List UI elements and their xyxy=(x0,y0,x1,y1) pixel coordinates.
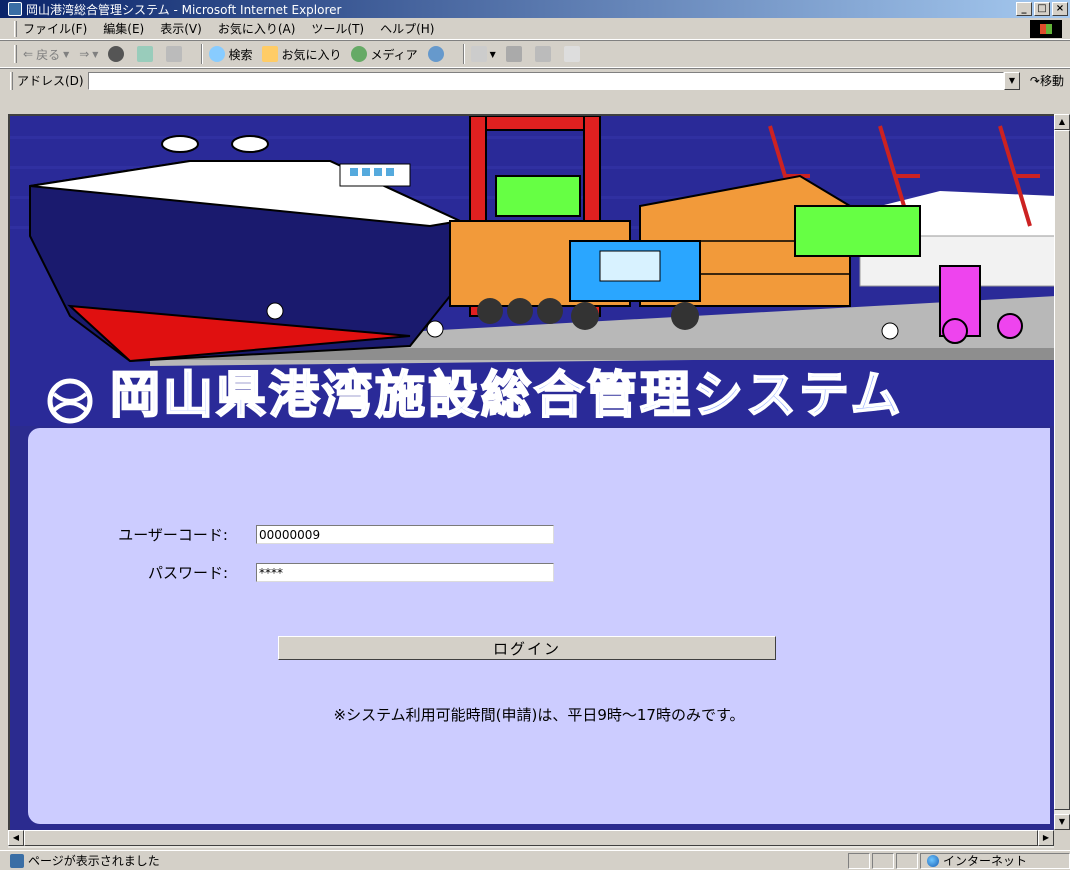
menu-favorites[interactable]: お気に入り(A) xyxy=(218,20,296,37)
media-icon xyxy=(351,46,368,62)
refresh-button[interactable] xyxy=(137,46,156,62)
standard-toolbar: ⇐ 戻る ▼ ⇒ ▼ 検索 お気に入り メディア ▼ xyxy=(0,40,1070,68)
discuss-button[interactable] xyxy=(563,46,583,62)
address-dropdown-button[interactable]: ▼ xyxy=(1003,71,1020,90)
favorites-icon xyxy=(262,46,279,62)
menubar-grip xyxy=(14,20,17,37)
favorites-button[interactable]: お気に入り xyxy=(262,46,341,63)
menu-file[interactable]: ファイル(F) xyxy=(23,20,87,37)
menu-bar: ファイル(F) 編集(E) 表示(V) お気に入り(A) ツール(T) ヘルプ(… xyxy=(0,18,1070,40)
chevron-down-icon: ▼ xyxy=(63,49,70,59)
banner-title: 岡山県港湾施設総合管理システム xyxy=(109,365,904,425)
page-done-icon xyxy=(10,853,24,868)
back-arrow-icon: ⇐ xyxy=(23,47,34,61)
address-bar: アドレス(D) ▼ ↷移動 xyxy=(0,68,1070,92)
toolbar-separator xyxy=(462,44,465,64)
media-label: メディア xyxy=(370,47,418,62)
status-bar: ページが表示されました インターネット xyxy=(0,850,1070,870)
go-arrow-icon: ↷ xyxy=(1029,74,1040,88)
edit-button[interactable] xyxy=(534,46,554,62)
frame-gap xyxy=(0,92,1070,114)
address-label: アドレス(D) xyxy=(17,74,84,88)
user-code-row: ユーザーコード: xyxy=(28,524,554,545)
status-message: ページが表示されました xyxy=(28,854,160,868)
menu-edit[interactable]: 編集(E) xyxy=(103,20,144,37)
window-title: 岡山港湾総合管理システム - Microsoft Internet Explor… xyxy=(26,2,342,17)
close-button[interactable]: × xyxy=(1052,2,1068,16)
password-row: パスワード: xyxy=(28,562,554,583)
toolbar-separator xyxy=(201,44,204,64)
vertical-scrollbar[interactable]: ▲ ▼ xyxy=(1054,114,1070,830)
page-content: 岡山県港湾施設総合管理システム ユーザーコード: パスワード: ログイン ※シス… xyxy=(8,114,1054,830)
history-button[interactable] xyxy=(427,46,447,62)
home-icon xyxy=(166,46,183,62)
go-button[interactable]: ↷移動 xyxy=(1030,72,1064,89)
chevron-down-icon: ▼ xyxy=(92,49,99,59)
mail-button[interactable]: ▼ xyxy=(470,46,496,62)
window-titlebar: 岡山港湾総合管理システム - Microsoft Internet Explor… xyxy=(0,0,1070,18)
print-icon xyxy=(505,46,522,62)
scroll-up-button[interactable]: ▲ xyxy=(1054,114,1070,130)
forward-arrow-icon: ⇒ xyxy=(79,47,90,61)
user-code-input[interactable] xyxy=(256,525,554,544)
login-button[interactable]: ログイン xyxy=(278,636,776,660)
password-label: パスワード: xyxy=(147,564,228,582)
toolbar-grip xyxy=(14,45,17,63)
back-button[interactable]: ⇐ 戻る ▼ xyxy=(23,46,69,63)
home-button[interactable] xyxy=(166,46,185,62)
forward-button[interactable]: ⇒ ▼ xyxy=(79,47,98,61)
status-cell xyxy=(848,852,870,869)
addressbar-grip xyxy=(10,71,13,90)
status-cell xyxy=(896,852,918,869)
menu-help[interactable]: ヘルプ(H) xyxy=(380,20,434,37)
security-zone: インターネット xyxy=(920,852,1070,869)
windows-logo-icon xyxy=(1030,20,1062,38)
edit-icon xyxy=(534,46,551,62)
mail-icon xyxy=(470,46,487,62)
stop-button[interactable] xyxy=(108,46,127,62)
vertical-scroll-thumb[interactable] xyxy=(1054,130,1070,810)
scroll-left-button[interactable]: ◀ xyxy=(8,830,24,846)
ie-icon xyxy=(8,2,22,16)
internet-globe-icon xyxy=(927,854,939,867)
search-label: 検索 xyxy=(228,47,253,62)
refresh-icon xyxy=(137,46,154,62)
scroll-right-button[interactable]: ▶ xyxy=(1038,830,1054,846)
history-icon xyxy=(427,46,444,62)
menu-tools[interactable]: ツール(T) xyxy=(311,20,364,37)
menu-view[interactable]: 表示(V) xyxy=(160,20,202,37)
user-code-label: ユーザーコード: xyxy=(118,526,228,544)
search-icon xyxy=(209,46,226,62)
scroll-down-button[interactable]: ▼ xyxy=(1054,814,1070,830)
minimize-button[interactable]: _ xyxy=(1016,2,1032,16)
maximize-button[interactable]: □ xyxy=(1034,2,1050,16)
chevron-down-icon: ▼ xyxy=(489,49,496,59)
password-input[interactable] xyxy=(256,563,554,582)
availability-notice: ※システム利用可能時間(申請)は、平日9時～17時のみです。 xyxy=(333,706,745,724)
stop-icon xyxy=(108,46,125,62)
port-banner: 岡山県港湾施設総合管理システム xyxy=(10,116,1054,426)
favorites-label: お気に入り xyxy=(281,47,342,62)
address-input[interactable] xyxy=(87,71,1004,90)
search-button[interactable]: 検索 xyxy=(209,46,252,63)
media-button[interactable]: メディア xyxy=(351,46,418,63)
horizontal-scrollbar[interactable]: ◀ ▶ xyxy=(8,830,1054,848)
horizontal-scroll-thumb[interactable] xyxy=(24,830,1038,846)
go-label: 移動 xyxy=(1039,74,1064,88)
back-label: 戻る xyxy=(36,47,61,62)
zone-label: インターネット xyxy=(943,854,1028,868)
status-cell xyxy=(872,852,894,869)
print-button[interactable] xyxy=(505,46,525,62)
discuss-icon xyxy=(563,46,580,62)
login-panel: ユーザーコード: パスワード: ログイン ※システム利用可能時間(申請)は、平日… xyxy=(28,428,1050,824)
